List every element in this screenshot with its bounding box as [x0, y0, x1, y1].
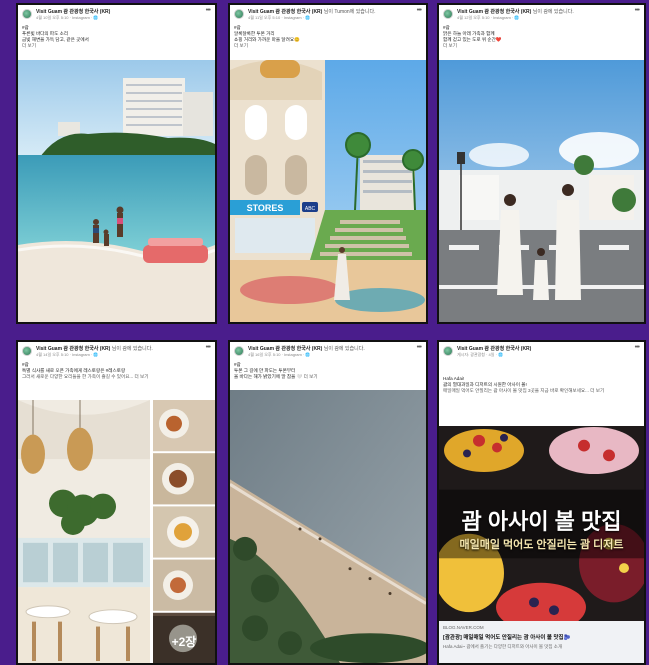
- link-title[interactable]: [괌관광] 매일매일 먹어도 안질리는 괌 아사이 볼 맛집🫐: [443, 633, 640, 641]
- post-header: Visit Guam 괌 관광청 한국사 (KR) 님이 괌에 있습니다. 4월…: [230, 342, 426, 360]
- family-walking-photo[interactable]: [439, 60, 644, 322]
- street-stores-image: STORES ABC: [230, 60, 426, 322]
- more-photos-count[interactable]: +2장: [153, 616, 215, 663]
- aerial-beach-photo[interactable]: [230, 390, 426, 663]
- post-meta: 4월 11일 오후 5:10 · Instagram · 🌐: [248, 15, 311, 20]
- link-domain: BLOG.NAVER.COM: [443, 625, 484, 630]
- page-name[interactable]: Visit Guam 괌 관광청 한국사 (KR): [457, 345, 531, 352]
- see-more-link[interactable]: 더 보기: [443, 43, 640, 49]
- more-options-icon[interactable]: •••: [635, 7, 640, 14]
- post-text: #괌 특별 식사를 새로 오픈 가족에게 레스토랑은 #레스토랑 그러서 새로운…: [22, 362, 211, 380]
- post-card-beach[interactable]: Visit Guam 괌 관광청 한국사 (KR) 4월 10일 오후 5:10…: [16, 3, 217, 324]
- post-card-restaurant[interactable]: Visit Guam 괌 관광청 한국사 (KR) 님이 괌에 있습니다. 4월…: [16, 340, 217, 665]
- more-options-icon[interactable]: •••: [417, 7, 422, 14]
- beach-hotel-image: [18, 60, 215, 322]
- post-header: Visit Guam 괌 관광청 한국사 (KR) 4월 10일 오후 5:10…: [18, 5, 215, 23]
- post-text: Hafa Adai! 괌의 열대과일과 디저트의 시원한 아사이 볼! 매일매일…: [443, 376, 640, 394]
- overlay-subtitle: 매일매일 먹어도 안질리는 괌 디저트: [459, 539, 624, 551]
- page-avatar[interactable]: [22, 346, 32, 356]
- family-walking-image: [439, 60, 644, 322]
- abc-sign: ABC: [305, 206, 316, 212]
- street-stores-photo[interactable]: STORES ABC: [230, 60, 426, 322]
- page-name[interactable]: Visit Guam 괌 관광청 한국사 (KR): [36, 8, 110, 15]
- post-text: #괌 맑은 하늘 아래 가족과 함께 함께 걷고 있는 도로 위 순간❤️ 더 …: [443, 25, 640, 49]
- aerial-beach-image: [230, 390, 426, 663]
- see-more-link[interactable]: 더 보기: [304, 374, 318, 379]
- see-more-link[interactable]: 더 보기: [234, 43, 422, 49]
- see-more-link[interactable]: 매일매일 먹어도 안질리는 괌 아사이 볼 맛집 3곳을 지금 바로 확인해보세…: [443, 388, 640, 394]
- see-more-link[interactable]: 더 보기: [22, 43, 211, 49]
- stores-sign: STORES: [247, 203, 284, 213]
- page-avatar[interactable]: [22, 9, 32, 19]
- page-name[interactable]: Visit Guam 괌 관광청 한국사 (KR) 님이 Tumon에 있습니다…: [248, 8, 375, 15]
- post-text: #괌 투몬 그 길에 만 파도는 투몬부터 올 바다는 해가 밝았기에 말 참을…: [234, 362, 318, 379]
- post-text: #괌 알록달록한 투몬 거리 쇼핑 거리와 가까운 마을 달려요😊 더 보기: [234, 25, 422, 49]
- post-meta: 4월 12일 오후 5:10 · Instagram · 🌐: [457, 15, 520, 20]
- beach-hotel-photo[interactable]: [18, 60, 215, 322]
- more-options-icon[interactable]: •••: [206, 7, 211, 14]
- see-more-link[interactable]: 그러서 새로운 다양한 요리들을 한 가족이 즐길 수 있어요... 더 보기: [22, 374, 211, 380]
- page-avatar[interactable]: [443, 346, 453, 356]
- link-description: Hafa Adai~ 괌에서 즐기는 다양한 디저트와 아사이 볼 맛집 소개: [443, 644, 563, 649]
- link-preview[interactable]: BLOG.NAVER.COM [괌관광] 매일매일 먹어도 안질리는 괌 아사이…: [439, 621, 644, 663]
- page-name[interactable]: Visit Guam 괌 관광청 한국사 (KR) 님이 괌에 있습니다.: [248, 345, 365, 352]
- post-meta: 4월 16일 오후 5:10 · Instagram · 🌐: [248, 352, 311, 357]
- post-header: Visit Guam 괌 관광청 한국사 (KR) 님이 괌에 있습니다. 4월…: [18, 342, 215, 360]
- more-options-icon[interactable]: •••: [635, 344, 640, 351]
- post-card-acai[interactable]: Visit Guam 괌 관광청 한국사 (KR) 게시자: 광관광청 · 4일…: [437, 340, 646, 665]
- page-name[interactable]: Visit Guam 괌 관광청 한국사 (KR) 님이 괌에 있습니다.: [457, 8, 574, 15]
- page-avatar[interactable]: [443, 9, 453, 19]
- overlay-title: 괌 아사이 볼 맛집: [461, 509, 622, 534]
- page-avatar[interactable]: [234, 346, 244, 356]
- restaurant-photo[interactable]: +2장: [18, 400, 215, 663]
- post-header: Visit Guam 괌 관광청 한국사 (KR) 게시자: 광관광청 · 4일…: [439, 342, 644, 360]
- post-card-street[interactable]: Visit Guam 괌 관광청 한국사 (KR) 님이 Tumon에 있습니다…: [228, 3, 428, 324]
- post-header: Visit Guam 괌 관광청 한국사 (KR) 님이 괌에 있습니다. 4월…: [439, 5, 644, 23]
- post-text: #괌 푸른빛 바다의 파도 소리 금빛 해변을 가득 담고, 같은 곳에서 더 …: [22, 25, 211, 49]
- acai-bowl-photo[interactable]: 괌 아사이 볼 맛집 매일매일 먹어도 안질리는 괌 디저트: [439, 426, 644, 621]
- post-card-family[interactable]: Visit Guam 괌 관광청 한국사 (KR) 님이 괌에 있습니다. 4월…: [437, 3, 646, 324]
- post-meta: 4월 14일 오후 5:10 · Instagram · 🌐: [36, 352, 99, 357]
- more-options-icon[interactable]: •••: [417, 344, 422, 351]
- post-card-aerial[interactable]: Visit Guam 괌 관광청 한국사 (KR) 님이 괌에 있습니다. 4월…: [228, 340, 428, 665]
- post-meta: 게시자: 광관광청 · 4일 · 🌐: [457, 352, 503, 357]
- post-header: Visit Guam 괌 관광청 한국사 (KR) 님이 Tumon에 있습니다…: [230, 5, 426, 23]
- post-meta: 4월 10일 오후 5:10 · Instagram · 🌐: [36, 15, 99, 20]
- more-options-icon[interactable]: •••: [206, 344, 211, 351]
- page-name[interactable]: Visit Guam 괌 관광청 한국사 (KR) 님이 괌에 있습니다.: [36, 345, 153, 352]
- page-avatar[interactable]: [234, 9, 244, 19]
